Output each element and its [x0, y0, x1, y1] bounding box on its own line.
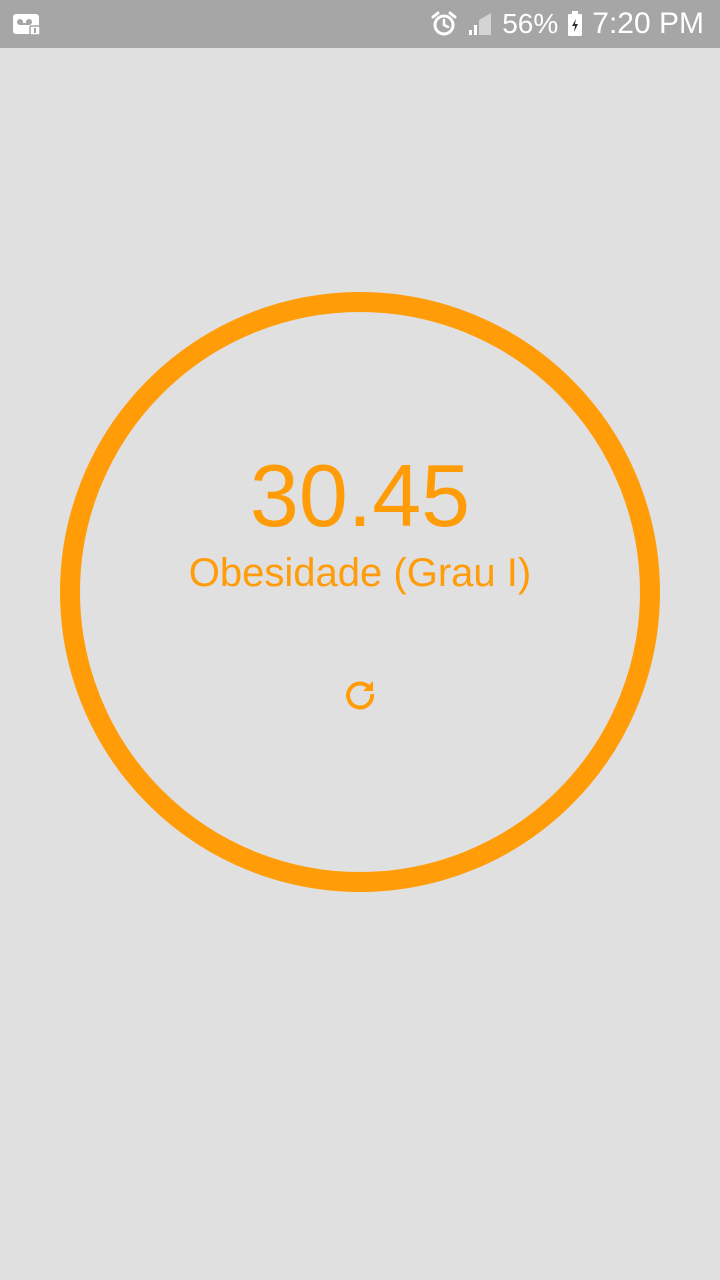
battery-percent: 56% [502, 8, 559, 39]
bmi-category: Obesidade (Grau I) [188, 551, 532, 595]
voicemail-icon [12, 12, 42, 36]
refresh-icon [346, 681, 375, 710]
bmi-value: 30.45 [249, 446, 471, 545]
signal-icon [466, 10, 494, 38]
status-bar: 56% 7:20 PM [0, 0, 720, 48]
clock-time: 7:20 PM [592, 7, 704, 40]
refresh-button[interactable] [336, 670, 384, 718]
alarm-icon [430, 10, 458, 38]
battery-icon [566, 10, 584, 38]
bmi-result-screen: 30.45 Obesidade (Grau I) [0, 48, 720, 1280]
